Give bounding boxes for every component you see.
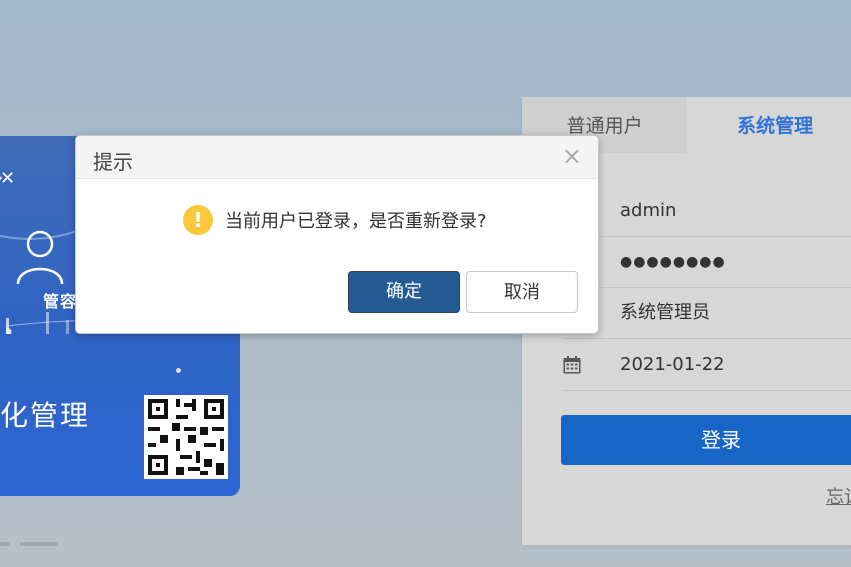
login-button[interactable]: 登录	[561, 415, 851, 465]
pager-dot-active[interactable]	[20, 542, 58, 546]
cancel-button[interactable]: 取消	[466, 271, 578, 313]
role-value: 系统管理员	[620, 302, 710, 323]
username-field[interactable]: admin	[562, 186, 851, 237]
username-value: admin	[620, 200, 677, 221]
decor-dot	[176, 368, 181, 373]
promo-title: 化管理	[0, 399, 91, 432]
warning-icon: !	[183, 205, 213, 235]
decor-x-icon: ✕	[0, 168, 16, 189]
qr-code	[144, 395, 228, 479]
forgot-password-link[interactable]: 忘记	[826, 483, 851, 509]
close-icon[interactable]: ×	[562, 144, 582, 168]
confirm-dialog: 提示 × ! 当前用户已登录，是否重新登录? 确定 取消	[75, 135, 599, 334]
admin-person-icon	[16, 230, 64, 285]
password-value: ●●●●●●●●	[620, 254, 726, 270]
ok-button[interactable]: 确定	[348, 271, 460, 313]
pager-dot[interactable]	[0, 542, 10, 546]
date-value: 2021-01-22	[620, 354, 725, 375]
dialog-title: 提示	[93, 150, 133, 174]
role-field[interactable]: 系统管理员	[562, 288, 851, 339]
dialog-message: 当前用户已登录，是否重新登录?	[225, 211, 487, 232]
dialog-body: ! 当前用户已登录，是否重新登录?	[183, 204, 487, 236]
password-field[interactable]: ●●●●●●●●	[562, 237, 851, 288]
carousel-pager	[0, 542, 60, 546]
tab-system-admin[interactable]: 系统管理	[687, 97, 851, 153]
dialog-header: 提示 ×	[76, 136, 598, 179]
calendar-icon	[563, 356, 581, 374]
date-field[interactable]: 2021-01-22	[562, 340, 851, 391]
